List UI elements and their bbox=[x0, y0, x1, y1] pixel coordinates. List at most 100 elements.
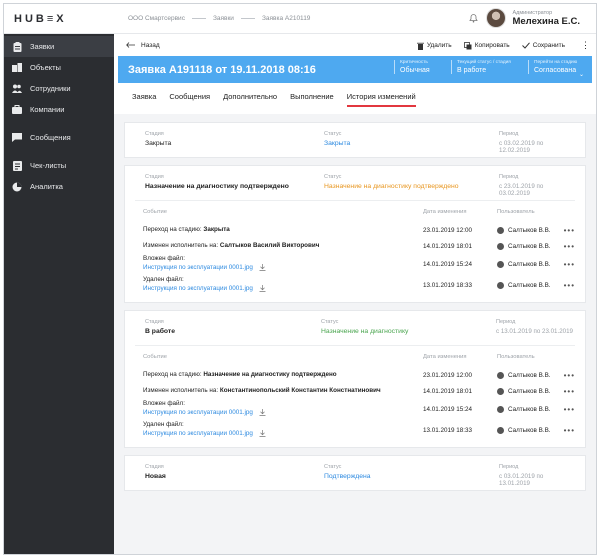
row-menu-icon[interactable]: ••• bbox=[564, 260, 575, 269]
request-banner: Заявка А191118 от 19.11.2018 08:16 Крити… bbox=[118, 56, 592, 83]
stage-status: Назначение на диагностику bbox=[321, 328, 409, 335]
stage-card: Стадия В работе Статус Назначение на диа… bbox=[124, 310, 586, 448]
trash-icon bbox=[416, 42, 424, 50]
row-menu-icon[interactable]: ••• bbox=[564, 226, 575, 235]
criticality: Критичность Обычная bbox=[394, 60, 430, 74]
table-row: Переход на стадию: Назначение на диагнос… bbox=[143, 371, 575, 380]
row-menu-icon[interactable]: ••• bbox=[564, 242, 575, 251]
file-link[interactable]: Инструкция по эксплуатации 0001.jpg bbox=[143, 409, 253, 416]
user-icon bbox=[497, 388, 504, 395]
top-bar: ООО Смартсервис Заявки Заявка А210119 Адми… bbox=[114, 4, 596, 34]
bell-icon[interactable] bbox=[469, 13, 478, 25]
stage-status: Назначение на диагностику подтверждено bbox=[324, 183, 459, 190]
table-row: Вложен файл: Инструкция по эксплуатации … bbox=[143, 400, 575, 416]
table-row: Вложен файл: Инструкция по эксплуатации … bbox=[143, 255, 575, 271]
sidebar-item-label: Чек-листы bbox=[30, 161, 67, 170]
tab-history[interactable]: История изменений bbox=[346, 92, 416, 109]
logo: HUB≡X bbox=[4, 4, 114, 34]
download-icon[interactable] bbox=[259, 285, 266, 292]
sidebar-item-employees[interactable]: Сотрудники bbox=[4, 78, 114, 99]
breadcrumb-item: Заявка А210119 bbox=[261, 15, 311, 22]
user-icon bbox=[497, 243, 504, 250]
breadcrumb-item[interactable]: Заявки bbox=[213, 15, 234, 22]
users-icon bbox=[12, 84, 22, 94]
arrow-left-icon bbox=[126, 42, 135, 48]
more-vertical-icon[interactable]: ⋮ bbox=[581, 40, 590, 51]
stage-period: с 13.01.2019 по 23.01.2019 bbox=[496, 328, 573, 335]
avatar bbox=[486, 8, 507, 28]
app-window: HUB≡X Заявки Объекты Сотрудники Компании… bbox=[3, 3, 597, 555]
user-icon bbox=[497, 227, 504, 234]
events-header: Событие Дата изменения Пользователь bbox=[135, 200, 575, 222]
tab-bar: Заявка Сообщения Дополнительно Выполнени… bbox=[114, 83, 596, 109]
briefcase-icon bbox=[12, 105, 22, 115]
events-header: Событие Дата изменения Пользователь bbox=[135, 345, 575, 367]
toolbar: Назад Удалить Копировать Сохранить ⋮ bbox=[114, 34, 596, 56]
user-icon bbox=[497, 406, 504, 413]
table-row: Изменен исполнитель на: Салтыков Василий… bbox=[143, 242, 575, 251]
stage-card: Стадия Закрыта Статус Закрыта Период с 0… bbox=[124, 122, 586, 158]
sidebar-item-companies[interactable]: Компании bbox=[4, 99, 114, 120]
pie-chart-icon bbox=[12, 182, 22, 192]
toolbar-actions: Удалить Копировать Сохранить ⋮ bbox=[416, 40, 590, 51]
checklist-icon bbox=[12, 160, 22, 171]
sidebar-item-label: Заявки bbox=[30, 42, 55, 51]
sidebar-item-label: Компании bbox=[30, 105, 65, 114]
table-row: Удален файл: Инструкция по эксплуатации … bbox=[143, 421, 575, 437]
file-link[interactable]: Инструкция по эксплуатации 0001.jpg bbox=[143, 430, 253, 437]
sidebar-item-label: Аналитка bbox=[30, 182, 63, 191]
sidebar-item-checklists[interactable]: Чек-листы bbox=[4, 155, 114, 176]
stage-name: Назначение на диагностику подтверждено bbox=[145, 183, 289, 190]
row-menu-icon[interactable]: ••• bbox=[564, 387, 575, 396]
delete-button[interactable]: Удалить bbox=[416, 42, 452, 50]
back-button[interactable]: Назад bbox=[126, 42, 160, 49]
download-icon[interactable] bbox=[259, 409, 266, 416]
sidebar-item-messages[interactable]: Сообщения bbox=[4, 127, 114, 148]
row-menu-icon[interactable]: ••• bbox=[564, 281, 575, 290]
sidebar-nav: Заявки Объекты Сотрудники Компании Сообщ… bbox=[4, 34, 114, 197]
stage-card: Стадия Назначение на диагностику подтвер… bbox=[124, 165, 586, 303]
stage-period: с 23.01.2019 по 03.02.2019 bbox=[499, 183, 544, 197]
main-area: ООО Смартсервис Заявки Заявка А210119 Адми… bbox=[114, 4, 596, 554]
next-stage-dropdown[interactable]: Перейти на стадию Согласована ⌄ bbox=[528, 60, 588, 78]
tab-additional[interactable]: Дополнительно bbox=[223, 92, 277, 109]
sidebar-item-label: Объекты bbox=[30, 63, 61, 72]
history-content: Стадия Закрыта Статус Закрыта Период с 0… bbox=[114, 114, 596, 554]
stage-name: Закрыта bbox=[145, 140, 172, 147]
user-name: Мелехина Е.С. bbox=[512, 15, 580, 27]
download-icon[interactable] bbox=[259, 430, 266, 437]
table-row: Переход на стадию: Закрыта 23.01.2019 12… bbox=[143, 226, 575, 235]
file-link[interactable]: Инструкция по эксплуатации 0001.jpg bbox=[143, 285, 253, 292]
stage-status: Подтверждена bbox=[324, 473, 371, 480]
sidebar-item-analytics[interactable]: Аналитка bbox=[4, 176, 114, 197]
sidebar-item-requests[interactable]: Заявки bbox=[4, 36, 114, 57]
stage-status: Закрыта bbox=[324, 140, 351, 147]
sidebar-item-label: Сообщения bbox=[30, 133, 71, 142]
table-row: Удален файл: Инструкция по эксплуатации … bbox=[143, 276, 575, 292]
user-icon bbox=[497, 282, 504, 289]
buildings-icon bbox=[12, 63, 22, 73]
chevron-down-icon: ⌄ bbox=[578, 72, 584, 78]
tab-execution[interactable]: Выполнение bbox=[290, 92, 334, 109]
save-button[interactable]: Сохранить bbox=[521, 42, 565, 49]
copy-button[interactable]: Копировать bbox=[463, 41, 510, 50]
row-menu-icon[interactable]: ••• bbox=[564, 426, 575, 435]
stage-card: Стадия Новая Статус Подтверждена Период … bbox=[124, 455, 586, 491]
sidebar-item-objects[interactable]: Объекты bbox=[4, 57, 114, 78]
user-icon bbox=[497, 372, 504, 379]
download-icon[interactable] bbox=[259, 264, 266, 271]
current-status: Текущий статус / стадия В работе bbox=[451, 60, 511, 74]
copy-icon bbox=[463, 41, 472, 49]
stage-name: В работе bbox=[145, 328, 176, 335]
row-menu-icon[interactable]: ••• bbox=[564, 371, 575, 380]
user-menu[interactable]: Администратор Мелехина Е.С. bbox=[486, 8, 580, 28]
tab-request[interactable]: Заявка bbox=[132, 92, 156, 109]
stage-period: с 03.01.2019 по 13.01.2019 bbox=[499, 473, 544, 487]
breadcrumb-item[interactable]: ООО Смартсервис bbox=[128, 15, 185, 22]
user-icon bbox=[497, 261, 504, 268]
file-link[interactable]: Инструкция по эксплуатации 0001.jpg bbox=[143, 264, 253, 271]
breadcrumb: ООО Смартсервис Заявки Заявка А210119 bbox=[128, 15, 310, 22]
row-menu-icon[interactable]: ••• bbox=[564, 405, 575, 414]
tab-messages[interactable]: Сообщения bbox=[169, 92, 210, 109]
user-icon bbox=[497, 427, 504, 434]
